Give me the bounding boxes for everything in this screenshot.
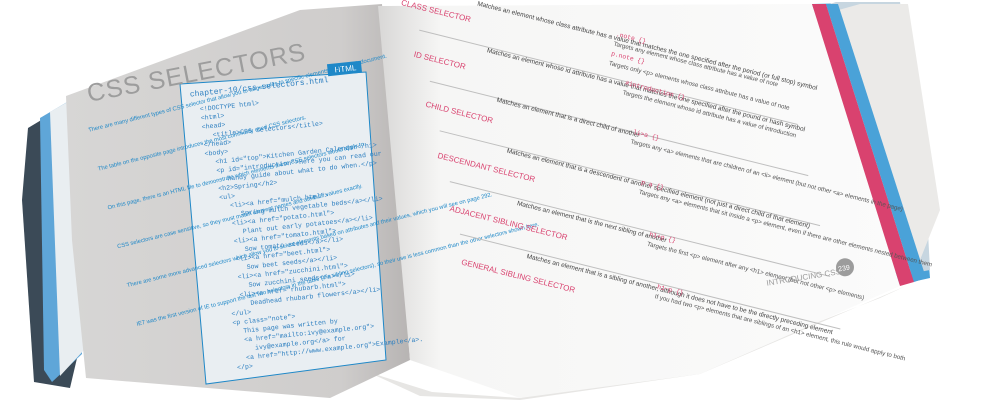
photo-scene: CSS SELECTORS HTML chapter-10/css-select… — [0, 0, 1000, 400]
open-book: CSS SELECTORS HTML chapter-10/css-select… — [22, 0, 940, 400]
